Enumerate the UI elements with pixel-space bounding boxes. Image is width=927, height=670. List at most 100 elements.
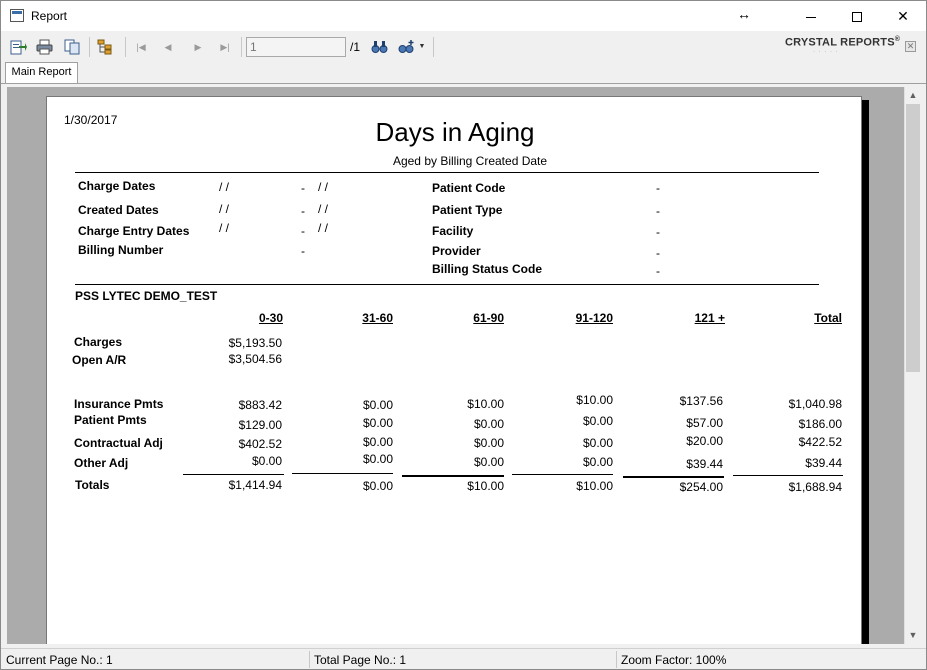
vertical-scrollbar[interactable]: ▲ ▼ bbox=[904, 87, 921, 644]
scroll-up-icon[interactable]: ▲ bbox=[905, 87, 921, 104]
cell-value: $0.00 bbox=[251, 454, 282, 468]
cell-value: $137.56 bbox=[679, 394, 723, 408]
filter-label: Patient Type bbox=[432, 203, 503, 217]
filter-label: Facility bbox=[432, 224, 474, 238]
filter-rule bbox=[75, 284, 819, 285]
cell-value: $10.00 bbox=[467, 397, 504, 411]
charges-label: Charges bbox=[74, 335, 123, 349]
cell-value: $39.44 bbox=[686, 457, 723, 471]
filter-to: / / bbox=[318, 221, 329, 235]
title-bar: Report ↔ ✕ bbox=[1, 1, 926, 31]
total-rule bbox=[733, 475, 843, 476]
maximize-button[interactable] bbox=[834, 1, 880, 31]
filter-label: Created Dates bbox=[78, 203, 159, 217]
tab-main-report[interactable]: Main Report bbox=[5, 62, 78, 83]
copy-icon[interactable] bbox=[64, 39, 81, 55]
report-window: Report ↔ ✕ |◀ ◀ ▶ ▶| 1 /1 ▼ CRYSTAL REPO… bbox=[0, 0, 927, 670]
close-tab-icon[interactable]: ✕ bbox=[905, 41, 916, 52]
total-rule bbox=[512, 474, 613, 475]
total-rule bbox=[402, 475, 504, 477]
total-rule bbox=[623, 476, 724, 478]
toolbar: |◀ ◀ ▶ ▶| /1 ▼ CRYSTAL REPORTS® · · · · … bbox=[1, 31, 926, 62]
filter-sep: - bbox=[301, 224, 305, 238]
column-header: Total bbox=[814, 311, 842, 325]
total-value: $1,688.94 bbox=[788, 480, 842, 494]
column-header: 31-60 bbox=[362, 311, 393, 325]
page-number-input[interactable] bbox=[246, 37, 346, 57]
filter-sep: - bbox=[301, 204, 305, 218]
column-header: 121 + bbox=[694, 311, 725, 325]
filter-value: - bbox=[656, 204, 660, 218]
group-tree-icon[interactable] bbox=[97, 39, 114, 55]
report-title: Days in Aging bbox=[375, 117, 535, 147]
close-button[interactable]: ✕ bbox=[880, 1, 926, 31]
filter-to: / / bbox=[318, 202, 329, 216]
minimize-button[interactable] bbox=[788, 1, 834, 31]
scrollbar-thumb[interactable] bbox=[906, 104, 920, 372]
filter-sep: - bbox=[301, 244, 305, 258]
total-value: $0.00 bbox=[362, 479, 393, 493]
filter-label: Charge Entry Dates bbox=[78, 224, 190, 238]
cell-value: $0.00 bbox=[473, 417, 504, 431]
open-ar-label: Open A/R bbox=[72, 353, 127, 367]
column-header: 0-30 bbox=[258, 311, 283, 325]
toolbar-separator bbox=[125, 37, 126, 57]
next-page-icon[interactable]: ▶ bbox=[192, 41, 204, 53]
toolbar-separator bbox=[89, 37, 90, 57]
filter-label: Billing Number bbox=[78, 243, 164, 257]
filter-from: / / bbox=[219, 202, 230, 216]
cell-value: $0.00 bbox=[582, 414, 613, 428]
resize-icon: ↔ bbox=[737, 6, 751, 22]
total-value: $254.00 bbox=[679, 480, 723, 494]
zoom-dropdown-icon[interactable]: ▼ bbox=[416, 41, 428, 53]
export-icon[interactable] bbox=[10, 39, 27, 55]
cell-value: $0.00 bbox=[582, 455, 613, 469]
previous-page-icon[interactable]: ◀ bbox=[162, 41, 174, 53]
cell-value: $0.00 bbox=[362, 452, 393, 466]
total-rule bbox=[292, 473, 393, 474]
crystal-reports-logo-sub: · · · · · bbox=[813, 49, 839, 55]
find-icon[interactable] bbox=[371, 39, 388, 55]
filter-value: - bbox=[656, 246, 660, 260]
open-ar-value: $3,504.56 bbox=[228, 352, 282, 366]
filter-from: / / bbox=[219, 221, 230, 235]
total-value: $10.00 bbox=[576, 479, 613, 493]
cell-value: $10.00 bbox=[576, 393, 613, 407]
filter-sep: - bbox=[301, 181, 305, 195]
status-bar: Current Page No.: 1 Total Page No.: 1 Zo… bbox=[1, 648, 926, 669]
cell-value: $0.00 bbox=[473, 436, 504, 450]
current-page-status: Current Page No.: 1 bbox=[6, 653, 113, 667]
report-page: 1/30/2017 Days in Aging Aged by Billing … bbox=[46, 96, 862, 644]
scroll-down-icon[interactable]: ▼ bbox=[905, 627, 921, 644]
cell-value: $186.00 bbox=[798, 417, 842, 431]
cell-value: $129.00 bbox=[238, 418, 282, 432]
cell-value: $402.52 bbox=[238, 437, 282, 451]
report-viewer: 1/30/2017 Days in Aging Aged by Billing … bbox=[7, 87, 904, 644]
row-label: Contractual Adj bbox=[74, 436, 163, 450]
cell-value: $0.00 bbox=[582, 436, 613, 450]
report-subtitle: Aged by Billing Created Date bbox=[392, 154, 548, 168]
page-total-label: /1 bbox=[350, 40, 361, 54]
last-page-icon[interactable]: ▶| bbox=[219, 41, 231, 53]
filter-from: / / bbox=[219, 180, 230, 194]
report-app-icon bbox=[10, 9, 24, 22]
column-header: 91-120 bbox=[575, 311, 613, 325]
cell-value: $883.42 bbox=[238, 398, 282, 412]
cell-value: $1,040.98 bbox=[788, 397, 842, 411]
row-label: Patient Pmts bbox=[74, 413, 147, 427]
cell-value: $39.44 bbox=[805, 456, 842, 470]
first-page-icon[interactable]: |◀ bbox=[135, 41, 147, 53]
filter-label: Provider bbox=[432, 244, 481, 258]
print-icon[interactable] bbox=[36, 39, 53, 55]
charges-value: $5,193.50 bbox=[228, 336, 282, 350]
header-rule bbox=[75, 172, 819, 173]
zoom-icon[interactable] bbox=[398, 39, 415, 55]
column-header: 61-90 bbox=[473, 311, 504, 325]
row-label: Other Adj bbox=[74, 456, 129, 470]
crystal-reports-logo: CRYSTAL REPORTS® bbox=[785, 36, 901, 49]
total-rule bbox=[183, 474, 284, 475]
zoom-factor-status: Zoom Factor: 100% bbox=[621, 653, 727, 667]
practice-name: PSS LYTEC DEMO_TEST bbox=[75, 289, 218, 303]
filter-value: - bbox=[656, 181, 660, 195]
total-value: $1,414.94 bbox=[228, 478, 282, 492]
